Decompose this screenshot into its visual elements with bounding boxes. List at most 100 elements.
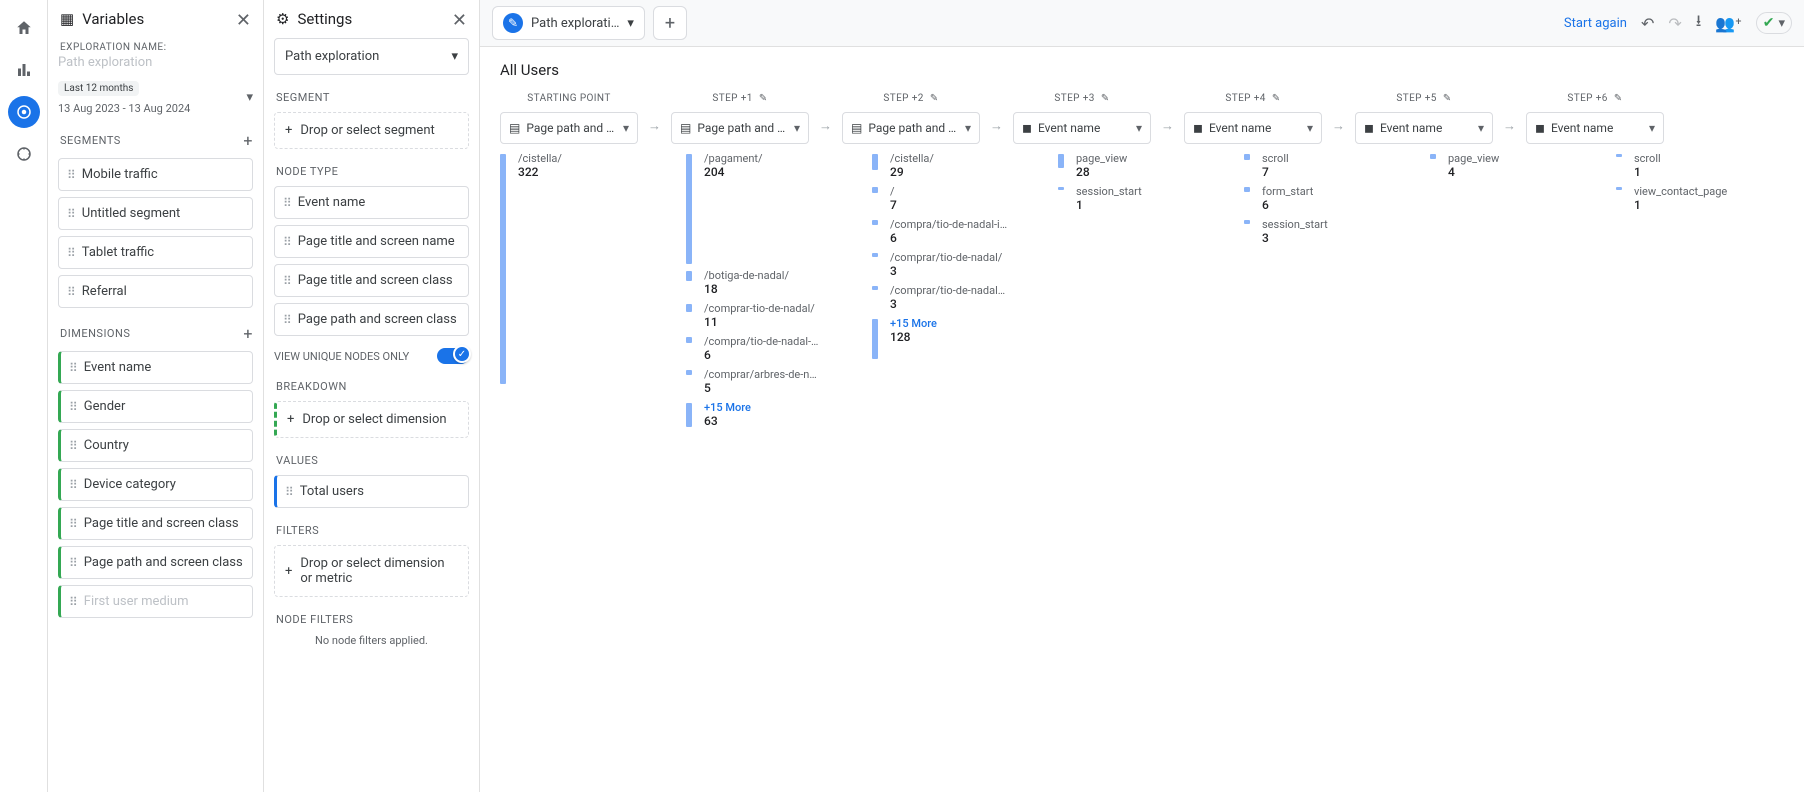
values-item[interactable]: ⠿ Total users (274, 475, 469, 508)
node-bar (686, 370, 692, 375)
node-path: page_view (1448, 152, 1576, 165)
pencil-icon[interactable]: ✎ (1614, 93, 1623, 104)
node-count: 5 (704, 381, 832, 395)
segment-chip[interactable]: ⠿Untitled segment (58, 197, 253, 230)
node-bar (686, 304, 692, 312)
redo-icon[interactable]: ↷ (1668, 14, 1681, 33)
path-node[interactable]: /compra/tio-de-nadal-i…6 (880, 218, 1018, 245)
node-count: 1 (1634, 198, 1762, 212)
dimension-chip[interactable]: ⠿Page path and screen class (58, 546, 253, 579)
node-type-chip[interactable]: ⠿Page title and screen name (274, 225, 469, 258)
dimension-chip[interactable]: ⠿Device category (58, 468, 253, 501)
path-node[interactable]: /pagament/204 (694, 152, 832, 179)
path-node[interactable]: /cistella/29 (880, 152, 1018, 179)
node-more[interactable]: +15 More128 (880, 317, 1018, 344)
download-icon[interactable]: ⭳ (1696, 10, 1702, 37)
path-node[interactable]: form_start6 (1252, 185, 1390, 212)
step-node-select[interactable]: ◼Event name▾ (1355, 112, 1493, 144)
dimension-chip[interactable]: ⠿Event name (58, 351, 253, 384)
technique-select[interactable]: Path exploration ▾ (274, 38, 469, 75)
segments-section-label: SEGMENTS + (60, 131, 253, 150)
path-node[interactable]: /7 (880, 185, 1018, 212)
step-label: STEP +1✎ (671, 93, 809, 104)
node-path: session_start (1262, 218, 1390, 231)
values-label: VALUES (276, 454, 469, 467)
unique-nodes-toggle[interactable]: ✓ (437, 348, 469, 364)
segment-chip[interactable]: ⠿Mobile traffic (58, 158, 253, 191)
drag-handle-icon: ⠿ (69, 400, 78, 414)
pencil-icon[interactable]: ✎ (759, 93, 768, 104)
date-range-picker[interactable]: Last 12 months 13 Aug 2023 - 13 Aug 2024… (58, 80, 253, 115)
node-type-chip[interactable]: ⠿Page path and screen class (274, 303, 469, 336)
path-node[interactable]: session_start3 (1252, 218, 1390, 245)
dimension-chip[interactable]: ⠿Gender (58, 390, 253, 423)
step-node-select[interactable]: ▤Page path and screen class▾ (500, 112, 638, 144)
node-type-chip[interactable]: ⠿Event name (274, 186, 469, 219)
path-node[interactable]: /compra/tio-de-nadal-…6 (694, 335, 832, 362)
path-node[interactable]: /botiga-de-nadal/18 (694, 269, 832, 296)
path-node[interactable]: /cistella/322 (508, 152, 646, 179)
status-pill[interactable]: ✔ ▾ (1756, 12, 1792, 34)
node-filters-label: NODE FILTERS (276, 613, 469, 626)
nav-admin-icon[interactable] (8, 138, 40, 170)
nav-reports-icon[interactable] (8, 54, 40, 86)
dimension-chip[interactable]: ⠿Page title and screen class (58, 507, 253, 540)
path-node[interactable]: /comprar-tio-de-nadal/11 (694, 302, 832, 329)
close-variables-icon[interactable]: ✕ (236, 10, 251, 31)
step-label: STARTING POINT (500, 93, 638, 104)
pencil-icon[interactable]: ✎ (1101, 93, 1110, 104)
step-node-select[interactable]: ◼Event name▾ (1184, 112, 1322, 144)
path-node[interactable]: scroll7 (1252, 152, 1390, 179)
segment-chip[interactable]: ⠿Referral (58, 275, 253, 308)
step-node-select[interactable]: ▤Page path and scree…▾ (842, 112, 980, 144)
share-icon[interactable]: 👥⁺ (1715, 14, 1741, 33)
drag-handle-icon: ⠿ (67, 207, 76, 221)
path-node[interactable]: /comprar/arbres-de-n…5 (694, 368, 832, 395)
exploration-name-value[interactable]: Path exploration (58, 55, 253, 70)
pencil-icon[interactable]: ✎ (1443, 93, 1452, 104)
drag-handle-icon: ⠿ (285, 485, 294, 499)
drag-handle-icon: ⠿ (67, 168, 76, 182)
path-node[interactable]: session_start1 (1066, 185, 1204, 212)
nav-home-icon[interactable] (8, 12, 40, 44)
path-node[interactable]: page_view4 (1438, 152, 1576, 179)
breakdown-dropzone[interactable]: + Drop or select dimension (274, 401, 469, 438)
path-node[interactable]: scroll1 (1624, 152, 1762, 179)
drag-handle-icon: ⠿ (69, 439, 78, 453)
node-more[interactable]: +15 More63 (694, 401, 832, 428)
step-node-select[interactable]: ▤Page path and scree…▾ (671, 112, 809, 144)
node-count: 322 (518, 165, 646, 179)
add-dimension-icon[interactable]: + (243, 324, 253, 343)
step-node-select[interactable]: ◼Event name▾ (1526, 112, 1664, 144)
node-count: 3 (890, 297, 1018, 311)
add-segment-icon[interactable]: + (243, 131, 253, 150)
path-node[interactable]: view_contact_page1 (1624, 185, 1762, 212)
node-count: 29 (890, 165, 1018, 179)
dimension-chip-ghost[interactable]: ⠿First user medium (58, 585, 253, 618)
settings-panel: ⚙ Settings ✕ Path exploration ▾ SEGMENT … (264, 0, 480, 792)
segment-dropzone[interactable]: + Drop or select segment (274, 112, 469, 149)
step-column: STEP +6✎◼Event name▾ (1526, 93, 1664, 144)
caret-down-icon[interactable]: ▾ (627, 16, 634, 31)
drag-handle-icon: ⠿ (283, 274, 292, 288)
pencil-icon[interactable]: ✎ (930, 93, 939, 104)
path-node[interactable]: /comprar/tio-de-nadal…3 (880, 284, 1018, 311)
filters-dropzone[interactable]: + Drop or select dimension or metric (274, 545, 469, 597)
pencil-icon[interactable]: ✎ (1272, 93, 1281, 104)
node-type-chip[interactable]: ⠿Page title and screen class (274, 264, 469, 297)
nav-explore-icon[interactable] (8, 96, 40, 128)
exploration-tab[interactable]: ✎ Path explorati… ▾ (492, 6, 645, 40)
start-again-button[interactable]: Start again (1564, 16, 1627, 31)
dimension-chip[interactable]: ⠿Country (58, 429, 253, 462)
drag-handle-icon: ⠿ (69, 556, 78, 570)
add-tab-button[interactable]: + (653, 6, 687, 40)
undo-icon[interactable]: ↶ (1641, 14, 1654, 33)
path-node[interactable]: page_view28 (1066, 152, 1204, 179)
node-filters-message: No node filters applied. (274, 634, 469, 647)
segment-chip[interactable]: ⠿Tablet traffic (58, 236, 253, 269)
path-node[interactable]: /comprar/tio-de-nadal/3 (880, 251, 1018, 278)
step-node-select[interactable]: ◼Event name▾ (1013, 112, 1151, 144)
node-path: scroll (1262, 152, 1390, 165)
close-settings-icon[interactable]: ✕ (452, 10, 467, 31)
arrow-right-icon: → (1503, 118, 1516, 134)
